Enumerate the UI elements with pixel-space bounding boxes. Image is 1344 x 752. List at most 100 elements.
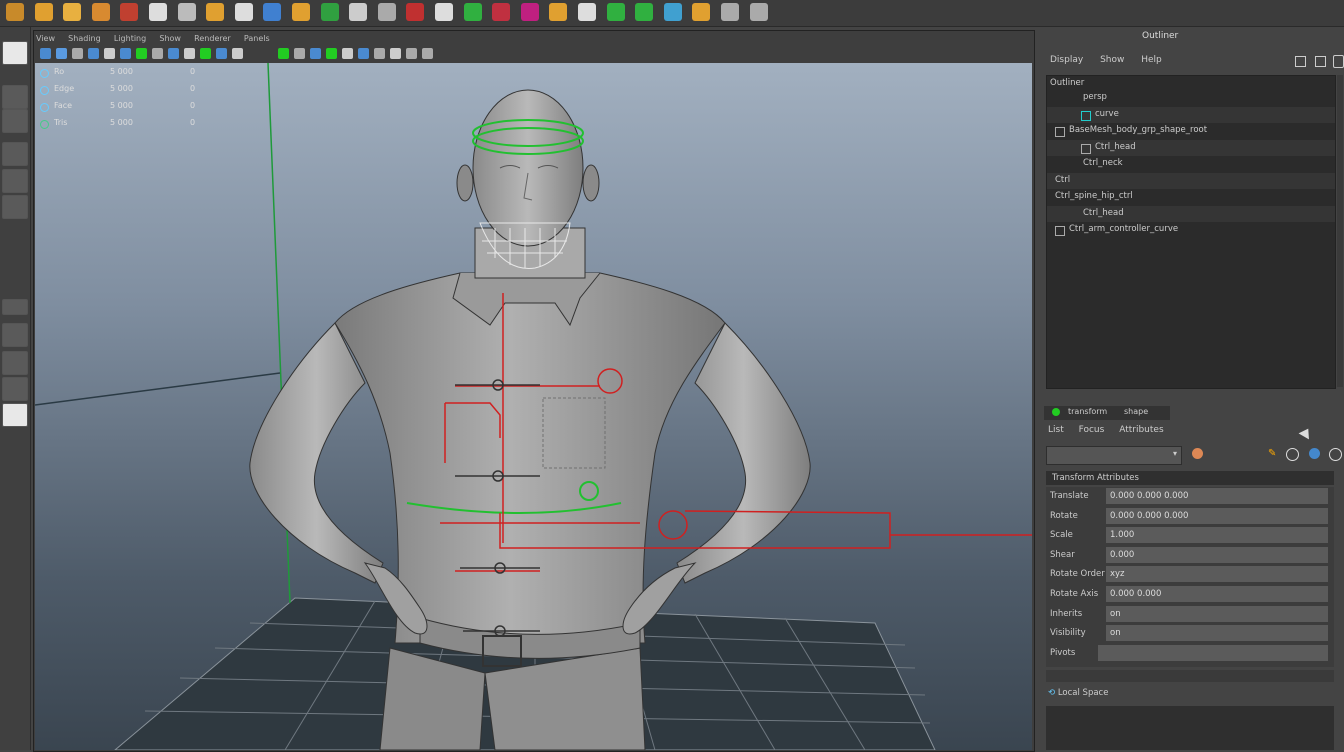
outliner-item[interactable]: persp (1047, 90, 1335, 107)
shelf-icon-15[interactable] (406, 3, 425, 21)
help-icon[interactable] (1309, 448, 1320, 459)
shelf-icon-14[interactable] (377, 3, 396, 21)
shelf-icon-10[interactable] (263, 3, 282, 21)
viewport-toolbar-icon[interactable] (406, 48, 417, 59)
layout-single-icon[interactable] (2, 299, 28, 315)
attr-field[interactable]: 0.000 0.000 0.000 (1106, 488, 1328, 504)
viewport-toolbar-icon[interactable] (136, 48, 147, 59)
outliner-list[interactable]: Outliner persp curve BaseMesh_body_grp_s… (1046, 75, 1336, 389)
shelf-icon-9[interactable] (234, 3, 253, 21)
outliner-menu-display[interactable]: Display (1050, 55, 1083, 65)
attr-field[interactable]: xyz (1106, 566, 1328, 583)
viewport-toolbar-icon[interactable] (374, 48, 385, 59)
attr-field[interactable]: on (1106, 605, 1328, 622)
3d-viewport[interactable] (35, 63, 1032, 750)
maximize-icon[interactable] (1315, 56, 1326, 67)
outliner-item[interactable]: Ctrl_neck (1047, 156, 1335, 173)
shelf-icon-17[interactable] (463, 3, 482, 21)
viewport-toolbar-icon[interactable] (168, 48, 179, 59)
shelf-icon-25[interactable] (692, 3, 711, 21)
shelf-icon-8[interactable] (206, 3, 225, 21)
outliner-item[interactable]: Ctrl_head (1047, 205, 1335, 222)
move-tool-icon[interactable] (2, 142, 28, 166)
viewport-toolbar-icon[interactable] (232, 48, 243, 59)
viewport-toolbar-icon[interactable] (342, 48, 353, 59)
rotate-tool-icon[interactable] (2, 169, 28, 193)
attr-field[interactable]: on (1106, 625, 1328, 642)
attr-menu-focus[interactable]: Focus (1079, 425, 1105, 435)
viewport-toolbar-icon[interactable] (216, 48, 227, 59)
attr-menu-list[interactable]: List (1048, 425, 1064, 435)
notes-icon[interactable]: ✎ (1268, 448, 1279, 459)
shelf-icon-27[interactable] (749, 3, 768, 21)
outliner-item[interactable]: Ctrl_spine_hip_ctrl (1047, 189, 1335, 206)
shelf-icon-13[interactable] (349, 3, 368, 21)
info-icon[interactable] (1286, 448, 1299, 461)
viewport-toolbar-icon[interactable] (422, 48, 433, 59)
attr-subsection[interactable] (1046, 670, 1334, 682)
lasso-tool-icon[interactable] (2, 85, 28, 109)
viewport-toolbar-icon[interactable] (120, 48, 131, 59)
viewport-menu-lighting[interactable]: Lighting (114, 34, 146, 43)
outliner-layout-icon[interactable] (2, 377, 28, 401)
viewport-toolbar-icon[interactable] (40, 48, 51, 59)
viewport-toolbar-icon[interactable] (72, 48, 83, 59)
graph-layout-icon[interactable] (2, 403, 28, 427)
viewport-toolbar-icon[interactable] (358, 48, 369, 59)
viewport-toolbar-icon[interactable] (390, 48, 401, 59)
viewport-toolbar-icon[interactable] (184, 48, 195, 59)
tab-transform[interactable]: transform (1068, 407, 1107, 416)
viewport-menu-panels[interactable]: Panels (244, 34, 270, 43)
refresh-icon[interactable] (1329, 448, 1342, 461)
shelf-icon-22[interactable] (606, 3, 625, 21)
shelf-icon-19[interactable] (520, 3, 539, 21)
shelf-icon-12[interactable] (320, 3, 339, 21)
outliner-menu-show[interactable]: Show (1100, 55, 1124, 65)
shelf-icon-24[interactable] (663, 3, 682, 21)
viewport-toolbar-icon[interactable] (326, 48, 337, 59)
key-icon[interactable] (1052, 408, 1060, 416)
attr-field[interactable]: 0.000 (1106, 546, 1328, 563)
node-select-dropdown[interactable]: ▾ (1046, 446, 1182, 465)
viewport-toolbar-icon[interactable] (56, 48, 67, 59)
viewport-menu-renderer[interactable]: Renderer (194, 34, 231, 43)
shelf-icon-11[interactable] (292, 3, 310, 21)
outliner-scrollbar[interactable] (1337, 75, 1343, 387)
shelf-icon-3[interactable] (63, 3, 82, 21)
layout-four-icon[interactable] (2, 323, 28, 347)
shelf-icon-4[interactable] (91, 3, 110, 21)
shelf-icon-6[interactable] (149, 3, 167, 21)
scale-tool-icon[interactable] (2, 195, 28, 219)
viewport-toolbar-icon[interactable] (152, 48, 163, 59)
lock-icon[interactable] (1333, 55, 1344, 68)
select-tool-icon[interactable] (2, 41, 28, 65)
focus-icon[interactable] (1192, 448, 1203, 459)
shelf-icon-16[interactable] (435, 3, 453, 21)
shelf-icon-1[interactable] (6, 3, 24, 21)
shelf-icon-18[interactable] (492, 3, 511, 21)
viewport-toolbar-icon[interactable] (294, 48, 305, 59)
outliner-item[interactable]: Ctrl (1047, 172, 1335, 189)
layout-two-icon[interactable] (2, 351, 28, 375)
minimize-icon[interactable] (1295, 56, 1306, 67)
shelf-icon-7[interactable] (177, 3, 196, 21)
outliner-item[interactable]: Ctrl_arm_controller_curve (1047, 222, 1335, 239)
attr-field[interactable]: 0.000 0.000 0.000 (1106, 507, 1328, 524)
shelf-icon-5[interactable] (120, 3, 139, 21)
viewport-toolbar-icon[interactable] (310, 48, 321, 59)
paint-tool-icon[interactable] (2, 109, 28, 133)
viewport-toolbar-icon[interactable] (278, 48, 289, 59)
viewport-toolbar-icon[interactable] (88, 48, 99, 59)
attr-field[interactable]: 0.000 0.000 (1106, 585, 1328, 602)
tab-shape[interactable]: shape (1124, 407, 1148, 416)
shelf-icon-20[interactable] (549, 3, 568, 21)
viewport-menu-view[interactable]: View (36, 34, 55, 43)
attr-menu-attributes[interactable]: Attributes (1119, 425, 1163, 435)
attr-field[interactable] (1098, 644, 1328, 661)
viewport-toolbar-icon[interactable] (200, 48, 211, 59)
attr-field[interactable]: 1.000 (1106, 527, 1328, 544)
viewport-menu-show[interactable]: Show (159, 34, 181, 43)
attr-section-header[interactable]: Transform Attributes (1046, 471, 1334, 485)
viewport-menu-shading[interactable]: Shading (68, 34, 101, 43)
outliner-item[interactable]: Ctrl_head (1047, 139, 1335, 156)
